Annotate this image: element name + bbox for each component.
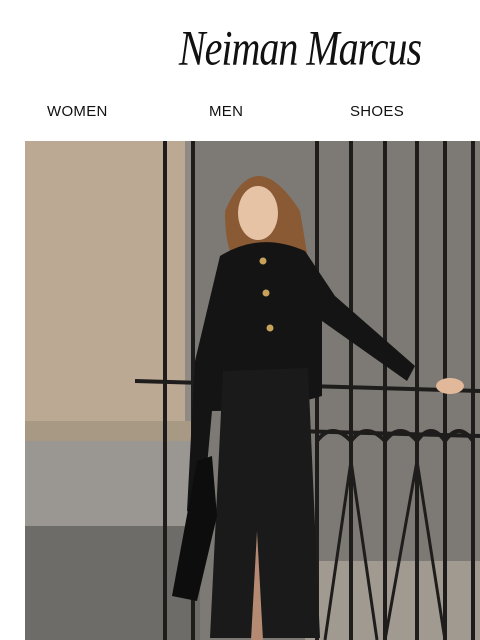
nav-item-shoes[interactable]: SHOES bbox=[350, 103, 404, 120]
stone-column bbox=[25, 141, 185, 431]
hero-photo-illustration bbox=[25, 141, 480, 640]
column-base-upper bbox=[25, 441, 195, 526]
nav-item-men[interactable]: MEN bbox=[209, 103, 243, 120]
nav-item-women[interactable]: WOMEN bbox=[47, 103, 108, 120]
face bbox=[238, 186, 278, 240]
column-ring bbox=[25, 421, 197, 443]
gold-button bbox=[262, 289, 270, 297]
hero-image[interactable] bbox=[25, 141, 480, 640]
brand-logo[interactable]: Neiman Marcus bbox=[0, 18, 480, 77]
gold-button bbox=[259, 257, 267, 265]
black-skirt bbox=[210, 368, 320, 638]
column-base-lower bbox=[25, 526, 200, 640]
gold-button bbox=[266, 324, 274, 332]
hand bbox=[436, 378, 464, 394]
main-nav: WOMEN MEN SHOES bbox=[0, 103, 480, 123]
